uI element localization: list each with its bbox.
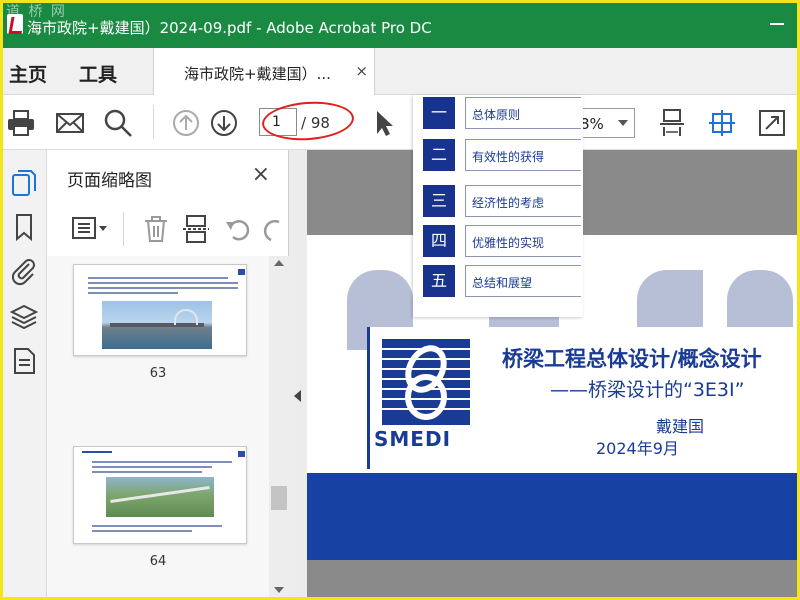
home-tab[interactable]: 主页: [9, 60, 47, 87]
toolbar: 1 / 98 8%: [3, 95, 797, 150]
contents-item[interactable]: 二 有效性的获得: [423, 139, 583, 171]
panel-tool-separator: [123, 212, 124, 246]
contents-label: 总结和展望: [465, 265, 581, 297]
search-icon[interactable]: [103, 108, 133, 138]
thumbnail-scrollbar[interactable]: [269, 256, 289, 597]
panel-toolbar: [47, 208, 289, 250]
contents-number: 三: [423, 185, 455, 217]
delete-page-icon[interactable]: [141, 214, 171, 244]
contents-item[interactable]: 一 总体原则: [423, 97, 583, 129]
menu-bar: 主页 工具 海市政院+戴建国）... ×: [3, 48, 797, 95]
scroll-down-icon[interactable]: [274, 587, 284, 593]
thumbnail-text-line: [92, 530, 192, 532]
contents-item[interactable]: 四 优雅性的实现: [423, 225, 583, 257]
collapse-panel-handle[interactable]: [289, 150, 307, 597]
document-subtitle: ——桥梁设计的“3E3I”: [550, 379, 745, 401]
thumbnail-text-line: [92, 525, 222, 527]
attachment-icon[interactable]: [9, 256, 39, 286]
contents-label: 经济性的考虑: [465, 185, 581, 217]
contents-number: 四: [423, 225, 455, 257]
thumbnail-page-number: 64: [149, 554, 167, 569]
contents-number: 五: [423, 265, 455, 297]
rotate-right-icon[interactable]: [261, 214, 283, 244]
thumbnail-bridge-image: [106, 477, 214, 517]
toolbar-separator: [153, 105, 154, 139]
thumbnail-text-line: [88, 277, 228, 279]
zoom-value: 8%: [580, 115, 604, 133]
thumbnail-page[interactable]: [73, 446, 247, 544]
red-annotation-ellipse: [260, 98, 356, 144]
select-cursor-icon[interactable]: [369, 108, 399, 138]
page-thumbnails-panel: 页面缩略图 × 63 64: [47, 150, 289, 597]
email-icon[interactable]: [55, 108, 85, 138]
scrollbar-thumb[interactable]: [271, 486, 287, 510]
print-icon[interactable]: [6, 108, 36, 138]
panel-title: 页面缩略图: [67, 171, 152, 191]
scroll-up-icon[interactable]: [274, 260, 284, 266]
bridge-arch: [174, 309, 198, 325]
tools-tab[interactable]: 工具: [79, 60, 117, 87]
chevron-left-icon: [294, 390, 301, 402]
contents-label: 总体原则: [465, 97, 581, 129]
full-screen-icon[interactable]: [757, 108, 787, 138]
title-block: SMEDI 桥梁工程总体设计/概念设计 ——桥梁设计的“3E3I” 戴建国 20…: [367, 327, 797, 469]
thumbnail-text-line: [88, 287, 238, 289]
document-icon[interactable]: [9, 346, 39, 376]
pan-expand-icon[interactable]: [707, 108, 737, 138]
window-title: 海市政院+戴建国）2024-09.pdf - Adobe Acrobat Pro…: [27, 19, 432, 37]
contents-item[interactable]: 五 总结和展望: [423, 265, 583, 297]
contents-number: 二: [423, 139, 455, 171]
document-date: 2024年9月: [596, 439, 679, 458]
insert-page-icon[interactable]: [181, 214, 211, 244]
document-title: 桥梁工程总体设计/概念设计: [502, 347, 762, 371]
contents-label: 有效性的获得: [465, 139, 581, 171]
logo-text: SMEDI: [374, 427, 452, 451]
thumbnail-page[interactable]: [73, 264, 247, 356]
page-thumbnails-icon[interactable]: [9, 168, 39, 198]
thumbnail-text-line: [88, 282, 238, 284]
bookmark-icon[interactable]: [9, 212, 39, 242]
document-tab[interactable]: 海市政院+戴建国）... ×: [153, 48, 375, 95]
thumbnail-page-number: 63: [149, 366, 167, 381]
close-panel-icon[interactable]: ×: [252, 162, 270, 187]
thumbnail-heading-line: [82, 451, 112, 453]
rotate-left-icon[interactable]: [223, 214, 253, 244]
contents-list: 一 总体原则 二 有效性的获得 三 经济性的考虑 四 优雅性的实现 五 总结和展…: [413, 95, 583, 317]
thumbnail-logo-icon: [238, 451, 245, 457]
next-page-icon[interactable]: [209, 108, 239, 138]
acrobat-window: 道 桥 网 海市政院+戴建国）2024-09.pdf - Adobe Acrob…: [3, 3, 797, 597]
thumbnail-bridge-image: [102, 301, 212, 349]
left-navigation-rail: [3, 150, 47, 597]
thumbnail-text-line: [92, 466, 212, 468]
title-bar: 道 桥 网 海市政院+戴建国）2024-09.pdf - Adobe Acrob…: [3, 3, 797, 48]
previous-page-icon[interactable]: [171, 108, 201, 138]
fit-page-icon[interactable]: [657, 108, 687, 138]
chevron-down-icon: [618, 120, 628, 126]
blue-footer-band: [307, 473, 797, 560]
minimize-button[interactable]: [767, 13, 787, 33]
options-menu-icon[interactable]: [71, 214, 109, 244]
thumbnail-text-line: [92, 461, 232, 463]
document-author: 戴建国: [656, 417, 705, 436]
thumbnail-text-line: [88, 292, 178, 294]
thumbnails-list: 63 64: [47, 256, 269, 597]
bridge-deck: [110, 486, 210, 503]
contents-number: 一: [423, 97, 455, 129]
contents-label: 优雅性的实现: [465, 225, 581, 257]
layers-icon[interactable]: [9, 302, 39, 332]
document-tab-label: 海市政院+戴建国）...: [184, 65, 331, 83]
thumbnail-logo-icon: [238, 269, 245, 275]
contents-item[interactable]: 三 经济性的考虑: [423, 185, 583, 217]
close-tab-icon[interactable]: ×: [355, 62, 368, 80]
thumbnail-text-line: [92, 471, 202, 473]
